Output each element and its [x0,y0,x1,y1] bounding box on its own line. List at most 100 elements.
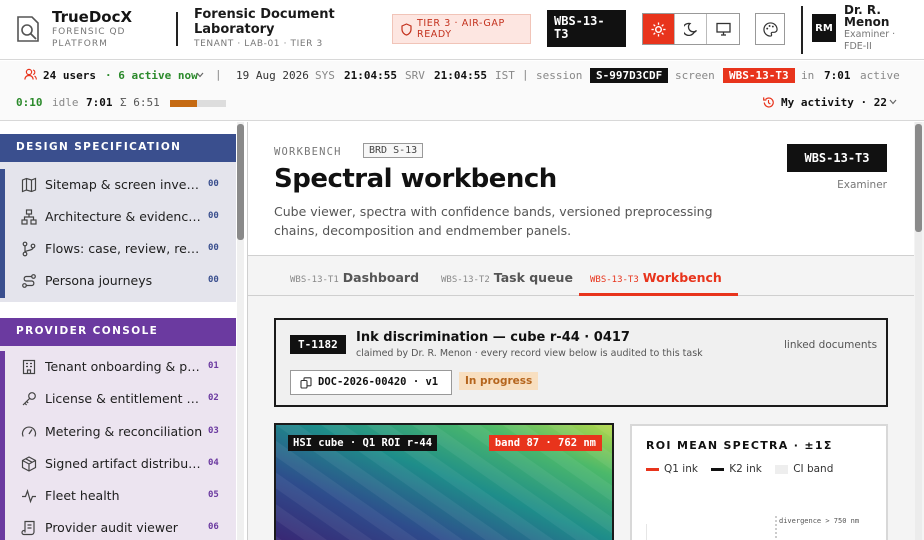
sidebar-item-persona-journeys[interactable]: Persona journeys 00 [5,265,236,297]
main-scrollbar[interactable] [915,122,922,540]
sidebar-item-number: 02 [208,393,219,403]
sidebar-item-fleet-health[interactable]: Fleet health 05 [5,480,236,512]
legend-swatch-q1 [646,467,659,471]
logo-icon [17,16,39,42]
sidebar-item-number: 05 [208,490,219,500]
sidebar-item-tenant-onboarding[interactable]: Tenant onboarding & prov... 01 [5,351,236,383]
theme-switcher [642,13,740,45]
page-wbs-badge: WBS-13-T3 [787,144,887,172]
sidebar-item-label: Fleet health [45,488,120,503]
sidebar-item-architecture[interactable]: Architecture & evidence s... 00 [5,201,236,233]
system-date: 19 Aug 2026 [236,69,309,82]
brand-subtitle: FORENSIC QD PLATFORM [52,27,126,49]
sidebar-section-provider-console[interactable]: PROVIDER CONSOLE [0,318,236,346]
sidebar-item-metering[interactable]: Metering & reconciliation 03 [5,416,236,448]
task-card: T-1182 Ink discrimination — cube r-44 · … [274,318,888,407]
tab-bar: WBS-13-T1 Dashboard WBS-13-T2 Task queue W… [248,257,914,296]
session-id-chip: S-997D3CDF [590,68,669,83]
statusbar-separator: | [215,68,222,81]
spectra-plot[interactable]: divergence > 750 nm [646,516,876,540]
sidebar-item-number: 00 [208,211,219,221]
sys-label: SYS [315,69,335,82]
sidebar-item-flows[interactable]: Flows: case, review, report 00 [5,233,236,265]
sys-time: 21:04:55 [344,69,397,82]
theme-system-button[interactable] [707,14,739,44]
session-progress-fill [170,100,197,107]
tab-code: WBS-13-T2 [441,275,490,285]
sidebar-item-number: 00 [208,179,219,189]
link-icon [300,377,312,389]
sidebar-item-license[interactable]: License & entitlement ma... 02 [5,383,236,415]
sidebar-scrollbar-thumb[interactable] [237,124,244,240]
brd-tag: BRD S-13 [363,143,424,158]
sidebar: DESIGN SPECIFICATION Sitemap & screen in… [0,122,248,540]
page-header: WORKBENCH BRD S-13 Spectral workbench Cu… [248,122,914,256]
package-icon [21,456,37,472]
sidebar-item-label: Provider audit viewer [45,520,178,535]
cube-roi-label: HSI cube · Q1 ROI r-44 [288,435,438,451]
sidebar-item-number: 01 [208,361,219,371]
hsi-cube-viewer[interactable]: HSI cube · Q1 ROI r-44 band 87 · 762 nm [274,423,614,540]
chevron-down-icon[interactable] [889,99,897,105]
key-icon [22,392,36,406]
screen-label: screen [675,69,715,82]
screen-id-chip: WBS-13-T3 [723,68,795,83]
cube-band-label[interactable]: band 87 · 762 nm [488,435,602,451]
brand-name: TrueDocX [52,8,133,26]
sidebar-section-panel: Sitemap & screen inventory 00 Architectu… [0,162,236,302]
linked-document-chip[interactable]: DOC-2026-00420 · v1 [290,370,452,395]
flow-icon [22,241,36,257]
wbs-code-badge: WBS-13-T3 [547,10,626,47]
page-title: Spectral workbench [274,164,557,194]
tab-workbench[interactable]: WBS-13-T3 Workbench [579,257,738,296]
chevron-down-icon[interactable] [196,72,204,78]
monitor-icon [715,22,731,36]
palette-icon [762,21,778,37]
timezone-label: IST [495,69,515,82]
my-activity-button[interactable]: My activity · 22 [781,96,887,109]
spectra-title: ROI MEAN SPECTRA · ±1Σ [646,439,833,452]
divergence-annotation: divergence > 750 nm [779,517,859,525]
building-icon [22,359,36,375]
users-icon [24,68,37,80]
sidebar-section-design-specification[interactable]: DESIGN SPECIFICATION [0,134,236,162]
route-icon [22,274,36,288]
avatar[interactable]: RM [812,14,836,42]
theme-light-button[interactable] [643,14,675,44]
task-status-badge: In progress [459,372,539,390]
moon-icon [683,22,697,36]
tab-code: WBS-13-T1 [290,275,339,285]
task-id-badge: T-1182 [290,335,346,354]
palette-button[interactable] [755,13,785,45]
shield-icon [401,23,412,36]
gauge-icon [21,426,37,437]
sidebar-item-number: 04 [208,458,219,468]
sidebar-item-label: Metering & reconciliation [45,424,203,439]
users-count[interactable]: 24 users [43,69,96,82]
session-status-bar: 24 users · 6 active now | 19 Aug 2026 SY… [0,61,924,121]
tab-task-queue[interactable]: WBS-13-T2 Task queue [430,257,584,296]
legend-swatch-k2 [711,467,725,471]
tab-label: Dashboard [342,270,420,285]
sidebar-item-label: Tenant onboarding & prov... [45,359,203,374]
sidebar-item-signed-artifacts[interactable]: Signed artifact distribution 04 [5,448,236,480]
sidebar-item-label: License & entitlement ma... [45,391,203,406]
linked-document-id: DOC-2026-00420 · v1 [318,376,439,388]
org-name: Forensic Document Laboratory [194,7,335,37]
sidebar-item-provider-audit[interactable]: Provider audit viewer 06 [5,512,236,540]
legend-label-ci: CI band [793,463,834,475]
tier-badge: TIER 3 · AIR-GAP READY [392,14,531,44]
page-description: Cube viewer, spectra with confidence ban… [274,204,713,238]
sidebar-item-label: Flows: case, review, report [45,241,203,256]
sidebar-section-panel: Tenant onboarding & prov... 01 License &… [0,346,236,540]
theme-dark-button[interactable] [675,14,707,44]
sidebar-item-label: Architecture & evidence s... [45,209,203,224]
sidebar-item-sitemap[interactable]: Sitemap & screen inventory 00 [5,169,236,201]
tab-dashboard[interactable]: WBS-13-T1 Dashboard [279,257,430,296]
active-now-count: · 6 active now [105,69,198,82]
sidebar-scrollbar[interactable] [237,122,244,540]
legend-item-q1: Q1 ink [646,463,698,475]
map-icon [21,177,37,193]
tab-code: WBS-13-T3 [590,275,639,285]
main-scrollbar-thumb[interactable] [915,124,922,232]
